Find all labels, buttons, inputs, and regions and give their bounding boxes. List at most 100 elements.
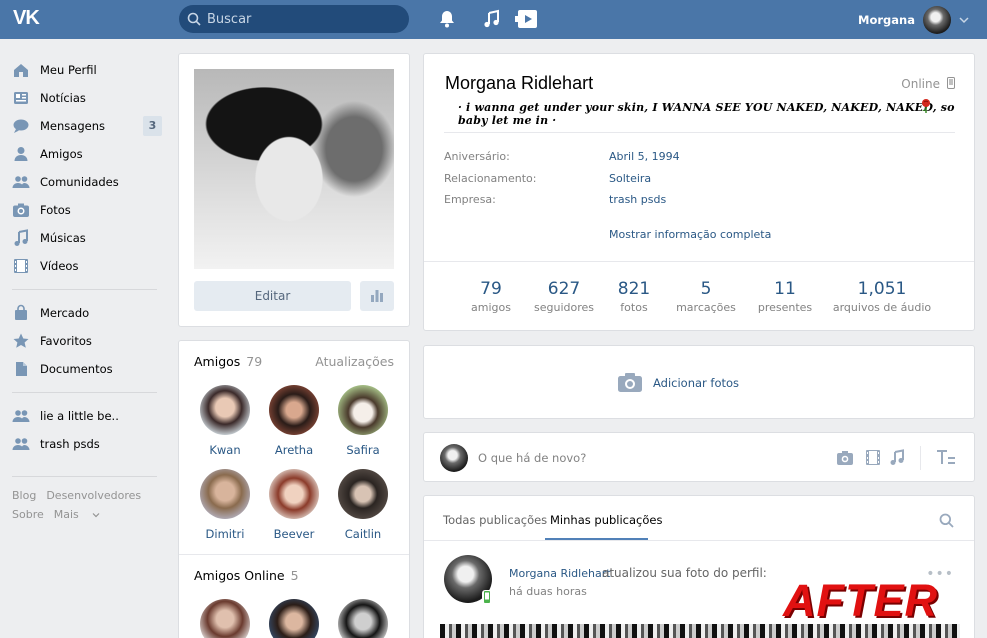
chevron-down-icon (92, 513, 100, 518)
online-friend-item[interactable] (328, 599, 398, 638)
search-icon[interactable] (939, 513, 954, 528)
nav-divider (12, 476, 157, 477)
count-label: marcações (676, 301, 736, 314)
friend-avatar (338, 385, 388, 435)
nav-item-friends[interactable]: Amigos (12, 140, 162, 168)
friend-avatar (338, 469, 388, 519)
page-title: Morgana Ridlehart (445, 73, 594, 93)
nav-item-news[interactable]: Notícias (12, 84, 162, 112)
count-gifts[interactable]: 11 presentes (757, 279, 813, 314)
nav-label: Fotos (40, 203, 71, 217)
tab-all-posts[interactable]: Todas publicações (443, 513, 547, 527)
camera-icon[interactable] (836, 449, 854, 466)
post-timestamp[interactable]: há duas horas (509, 585, 587, 598)
nav-item-documents[interactable]: Documentos (12, 355, 162, 383)
search-input[interactable] (207, 5, 402, 33)
vk-logo[interactable]: VK (13, 7, 47, 29)
count-photos[interactable]: 821 fotos (614, 279, 654, 314)
count-tags[interactable]: 5 marcações (676, 279, 736, 314)
film-icon[interactable] (864, 449, 882, 466)
rose-icon (922, 99, 930, 113)
nav-item-messages[interactable]: Mensagens 3 (12, 112, 162, 140)
nav-item-group-1[interactable]: lie a little be.. (12, 402, 162, 430)
count-number: 5 (700, 279, 712, 299)
tab-my-posts[interactable]: Minhas publicações (550, 513, 662, 527)
counts-divider (424, 261, 974, 262)
post-author-link[interactable]: Morgana Ridlehart (509, 567, 611, 580)
nav-item-music[interactable]: Músicas (12, 224, 162, 252)
add-photos-card[interactable]: Adicionar fotos (423, 345, 975, 419)
friend-name: Safira (346, 443, 380, 457)
info-value-link[interactable]: Abril 5, 1994 (609, 150, 680, 163)
friend-item[interactable]: Kwan (190, 385, 260, 457)
friends-header[interactable]: Amigos 79 (194, 354, 262, 369)
nav-label: Músicas (40, 231, 86, 245)
footer-about-link[interactable]: Sobre (12, 508, 44, 521)
nav-item-profile[interactable]: Meu Perfil (12, 56, 162, 84)
nav-item-group-2[interactable]: trash psds (12, 430, 162, 458)
top-bar: VK Morgana (0, 0, 987, 39)
info-divider (444, 132, 955, 133)
nav-item-market[interactable]: Mercado (12, 299, 162, 327)
new-post-input[interactable] (478, 448, 778, 468)
mobile-badge (482, 590, 492, 604)
nav-label: Amigos (40, 147, 83, 161)
stats-button[interactable] (360, 281, 394, 311)
friend-avatar (269, 599, 319, 638)
online-friends-header[interactable]: Amigos Online 5 (194, 568, 299, 583)
music-icon[interactable] (888, 449, 906, 466)
friend-item[interactable]: Aretha (259, 385, 329, 457)
friend-name: Beever (273, 527, 315, 541)
count-audio[interactable]: 1,051 arquivos de áudio (832, 279, 932, 314)
footer-more-label: Mais (53, 508, 79, 521)
toolbar-divider (920, 446, 921, 470)
camera-icon (618, 373, 642, 392)
nav-item-photos[interactable]: Fotos (12, 196, 162, 224)
friend-item[interactable]: Caitlin (328, 469, 398, 541)
nav-item-favorites[interactable]: Favoritos (12, 327, 162, 355)
nav-divider (12, 289, 157, 290)
friend-name: Caitlin (344, 527, 382, 541)
profile-photo[interactable] (194, 69, 394, 269)
add-photos-label: Adicionar fotos (653, 376, 740, 390)
video-play-icon[interactable] (515, 9, 539, 29)
nav-label: Documentos (40, 362, 113, 376)
count-label: fotos (620, 301, 648, 314)
show-full-info-link[interactable]: Mostrar informação completa (609, 228, 771, 241)
count-followers[interactable]: 627 seguidores (534, 279, 594, 314)
document-icon (16, 362, 27, 376)
search-box[interactable] (179, 5, 409, 33)
info-key: Relacionamento: (444, 172, 537, 185)
footer-developers-link[interactable]: Desenvolvedores (46, 489, 141, 502)
profile-info-card: Morgana Ridlehart Online · i wanna get u… (423, 53, 975, 331)
status-text[interactable]: · i wanna get under your skin, I WANNA S… (458, 101, 974, 127)
nav-divider (12, 392, 157, 393)
nav-item-videos[interactable]: Vídeos (12, 252, 162, 280)
count-label: seguidores (534, 301, 595, 314)
news-icon (14, 92, 28, 104)
friend-item[interactable]: Dimitri (190, 469, 260, 541)
edit-profile-button[interactable]: Editar (194, 281, 351, 311)
updates-link[interactable]: Atualizações (315, 354, 394, 369)
count-friends[interactable]: 79 amigos (471, 279, 511, 314)
chevron-down-icon (959, 16, 969, 23)
bell-icon[interactable] (437, 9, 457, 29)
friend-item[interactable]: Safira (328, 385, 398, 457)
footer-blog-link[interactable]: Blog (12, 489, 36, 502)
footer-more-link[interactable]: Mais (54, 508, 101, 521)
profile-photo-card: Editar (178, 53, 410, 327)
friend-item[interactable]: Beever (259, 469, 329, 541)
profile-menu[interactable]: Morgana (858, 4, 969, 35)
nav-item-communities[interactable]: Comunidades (12, 168, 162, 196)
info-value-link[interactable]: Solteira (609, 172, 651, 185)
text-format-icon[interactable] (936, 449, 956, 466)
search-icon (187, 12, 201, 26)
friend-avatar (338, 599, 388, 638)
info-value-link[interactable]: trash psds (609, 193, 666, 206)
nav-label: Meu Perfil (40, 63, 97, 77)
section-divider (179, 554, 409, 555)
count-label: arquivos de áudio (832, 301, 932, 314)
online-friend-item[interactable] (190, 599, 260, 638)
online-friend-item[interactable] (259, 599, 329, 638)
music-icon[interactable] (482, 9, 502, 29)
